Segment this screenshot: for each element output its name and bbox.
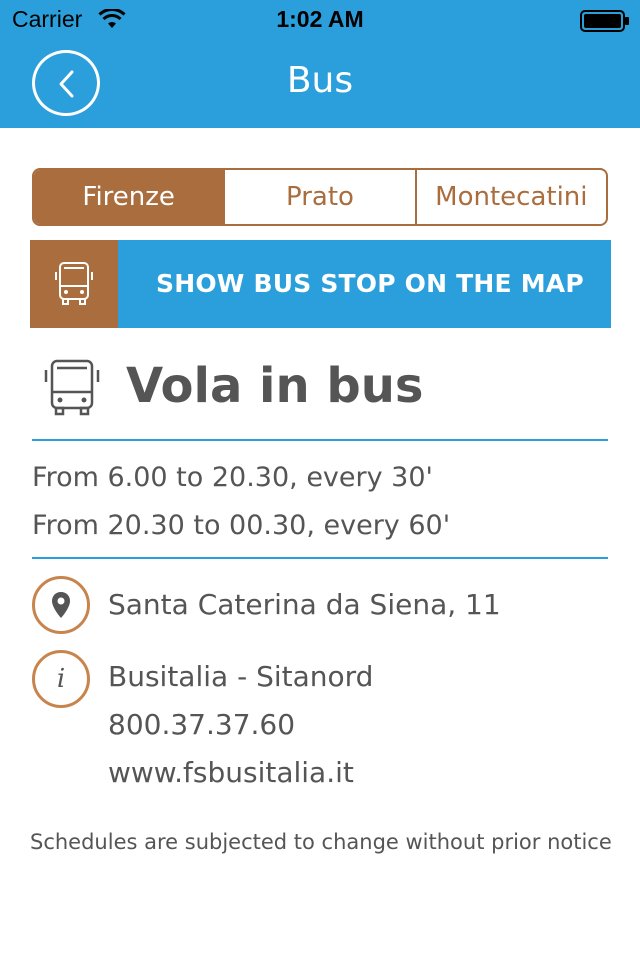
tab-firenze[interactable]: Firenze	[34, 170, 224, 224]
clock: 1:02 AM	[276, 6, 364, 32]
address-icon-circle	[32, 576, 90, 634]
disclaimer-note: Schedules are subjected to change withou…	[30, 830, 612, 854]
status-bar: Carrier 1:02 AM	[0, 0, 640, 40]
battery-icon	[580, 10, 629, 32]
bus-icon	[55, 262, 93, 305]
show-bus-stop-map-button[interactable]: SHOW BUS STOP ON THE MAP	[30, 240, 611, 328]
show-bus-stop-map-label[interactable]: SHOW BUS STOP ON THE MAP	[118, 240, 611, 328]
tab-montecatini[interactable]: Montecatini	[414, 170, 606, 224]
bus-icon	[44, 359, 100, 416]
line-header: Vola in bus	[32, 352, 608, 440]
operator-website[interactable]: www.fsbusitalia.it	[108, 756, 354, 789]
info-icon-glyph: i	[56, 664, 66, 694]
navigation-bar: Bus	[0, 40, 640, 128]
schedule-line: From 6.00 to 20.30, every 30'	[32, 462, 433, 493]
divider	[32, 439, 608, 441]
operator-phone[interactable]: 800.37.37.60	[108, 708, 295, 741]
operator-name: Busitalia - Sitanord	[108, 660, 374, 693]
schedule-line: From 20.30 to 00.30, every 60'	[32, 510, 451, 541]
map-banner-icon-box	[30, 240, 118, 328]
divider	[32, 557, 608, 559]
tab-prato[interactable]: Prato	[223, 170, 414, 224]
city-tabs: Firenze Prato Montecatini	[32, 168, 608, 226]
info-icon: i	[32, 650, 90, 708]
line-name: Vola in bus	[126, 358, 424, 414]
page-title: Bus	[286, 60, 354, 101]
bus-stop-address: Santa Caterina da Siena, 11	[108, 588, 501, 621]
location-pin-icon	[52, 592, 70, 618]
